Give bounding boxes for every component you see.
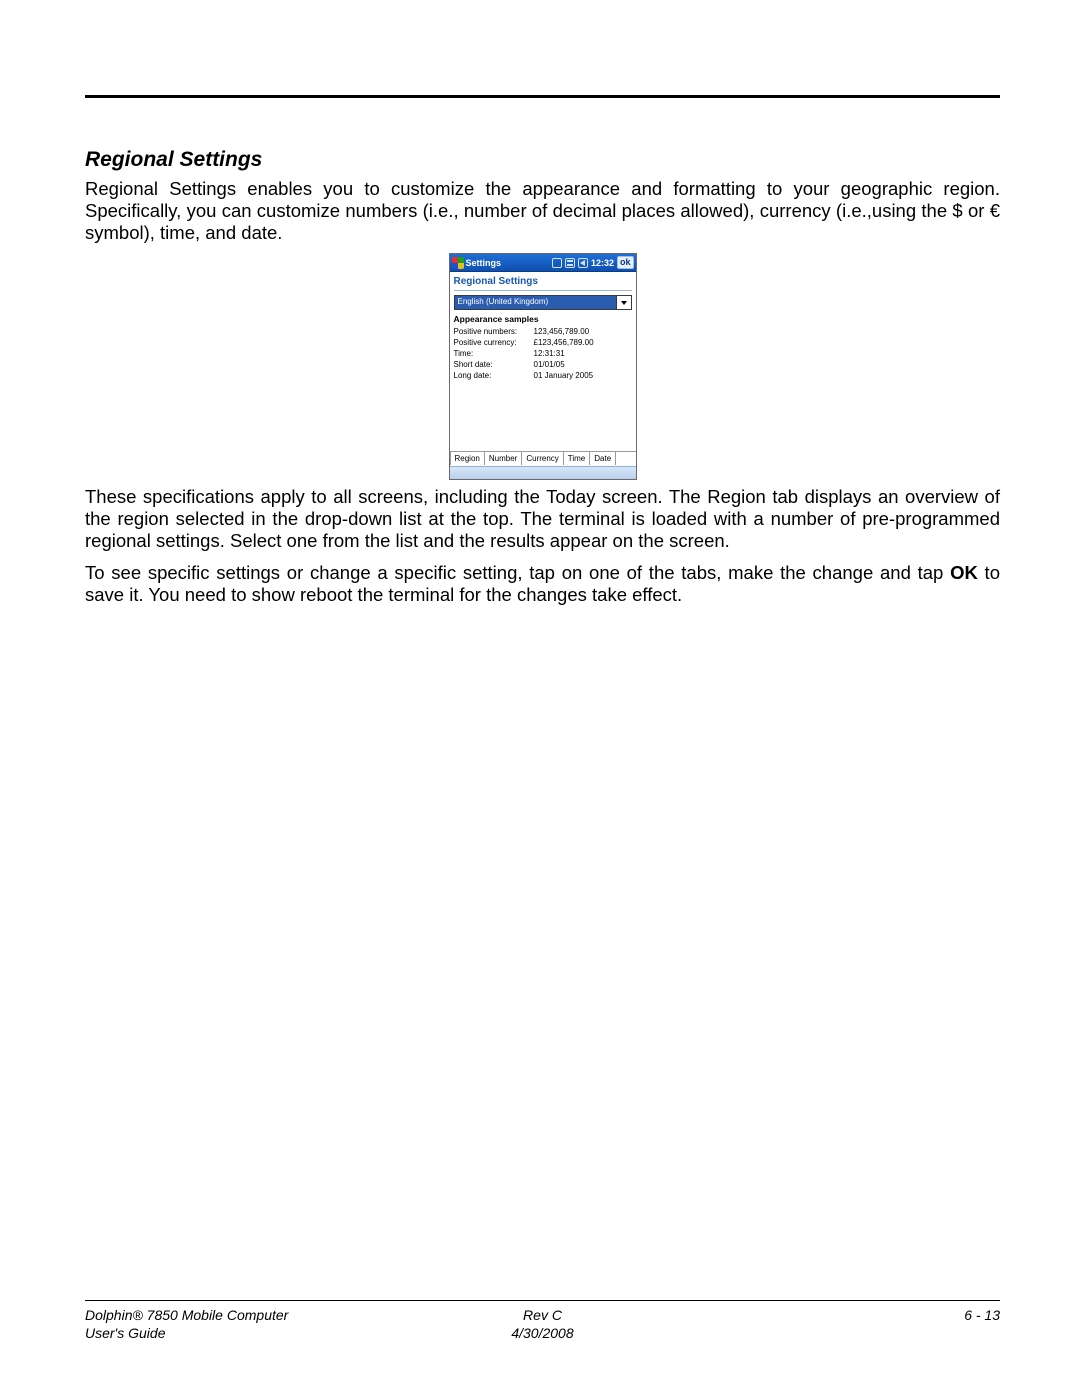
embedded-screenshot: Settings 12:32 ok Regional Settings Engl…	[85, 253, 1000, 480]
sync-icon[interactable]	[565, 258, 575, 268]
sample-label: Time:	[454, 348, 534, 359]
wm-device-screenshot: Settings 12:32 ok Regional Settings Engl…	[449, 253, 637, 480]
sample-value: 123,456,789.00	[534, 326, 632, 337]
sample-row: Long date: 01 January 2005	[454, 370, 632, 381]
footer-page-number: 6 - 13	[964, 1307, 1000, 1323]
volume-icon[interactable]	[578, 258, 588, 268]
body-paragraph: To see specific settings or change a spe…	[85, 562, 1000, 606]
sample-value: 12:31:31	[534, 348, 632, 359]
footer-right: 6 - 13	[695, 1307, 1000, 1342]
sample-row: Time: 12:31:31	[454, 348, 632, 359]
section-heading: Regional Settings	[85, 148, 1000, 172]
samples-heading: Appearance samples	[454, 314, 632, 324]
sample-label: Short date:	[454, 359, 534, 370]
chevron-down-icon[interactable]	[616, 296, 631, 309]
tab-number[interactable]: Number	[484, 451, 522, 465]
region-dropdown[interactable]: English (United Kingdom)	[454, 295, 632, 310]
clock[interactable]: 12:32	[591, 258, 614, 268]
tab-date[interactable]: Date	[589, 451, 616, 465]
region-dropdown-value: English (United Kingdom)	[455, 296, 616, 309]
sample-label: Long date:	[454, 370, 534, 381]
sample-label: Positive currency:	[454, 337, 534, 348]
tab-region[interactable]: Region	[450, 451, 485, 465]
tab-bar: Region Number Currency Time Date	[450, 451, 636, 466]
status-icon[interactable]	[552, 258, 562, 268]
page-footer: Dolphin® 7850 Mobile Computer User's Gui…	[85, 1300, 1000, 1342]
tab-currency[interactable]: Currency	[521, 451, 563, 465]
sample-value: 01/01/05	[534, 359, 632, 370]
footer-product: Dolphin® 7850 Mobile Computer	[85, 1307, 288, 1323]
body-paragraph: These specifications apply to all screen…	[85, 486, 1000, 551]
ok-button[interactable]: ok	[617, 256, 634, 269]
sample-value: 01 January 2005	[534, 370, 632, 381]
sample-label: Positive numbers:	[454, 326, 534, 337]
text-run: To see specific settings or change a spe…	[85, 562, 950, 583]
tab-time[interactable]: Time	[563, 451, 590, 465]
footer-left: Dolphin® 7850 Mobile Computer User's Gui…	[85, 1307, 390, 1342]
footer-rule	[85, 1300, 1000, 1301]
footer-rev: Rev C	[523, 1307, 562, 1323]
sample-value: £123,456,789.00	[534, 337, 632, 348]
ok-emphasis: OK	[950, 562, 978, 583]
footer-guide: User's Guide	[85, 1325, 165, 1341]
wm-bottom-bar	[450, 466, 636, 479]
wm-body: Regional Settings English (United Kingdo…	[450, 272, 636, 451]
start-icon[interactable]	[452, 257, 464, 269]
sample-row: Positive currency: £123,456,789.00	[454, 337, 632, 348]
wm-titlebar: Settings 12:32 ok	[450, 254, 636, 272]
footer-center: Rev C 4/30/2008	[390, 1307, 695, 1342]
wm-title: Settings	[466, 258, 502, 268]
sample-row: Positive numbers: 123,456,789.00	[454, 326, 632, 337]
sample-row: Short date: 01/01/05	[454, 359, 632, 370]
top-rule	[85, 95, 1000, 98]
intro-paragraph: Regional Settings enables you to customi…	[85, 178, 1000, 243]
screen-header: Regional Settings	[454, 274, 632, 291]
page: Regional Settings Regional Settings enab…	[0, 0, 1080, 1397]
footer-date: 4/30/2008	[511, 1325, 573, 1341]
system-tray: 12:32 ok	[552, 256, 634, 269]
